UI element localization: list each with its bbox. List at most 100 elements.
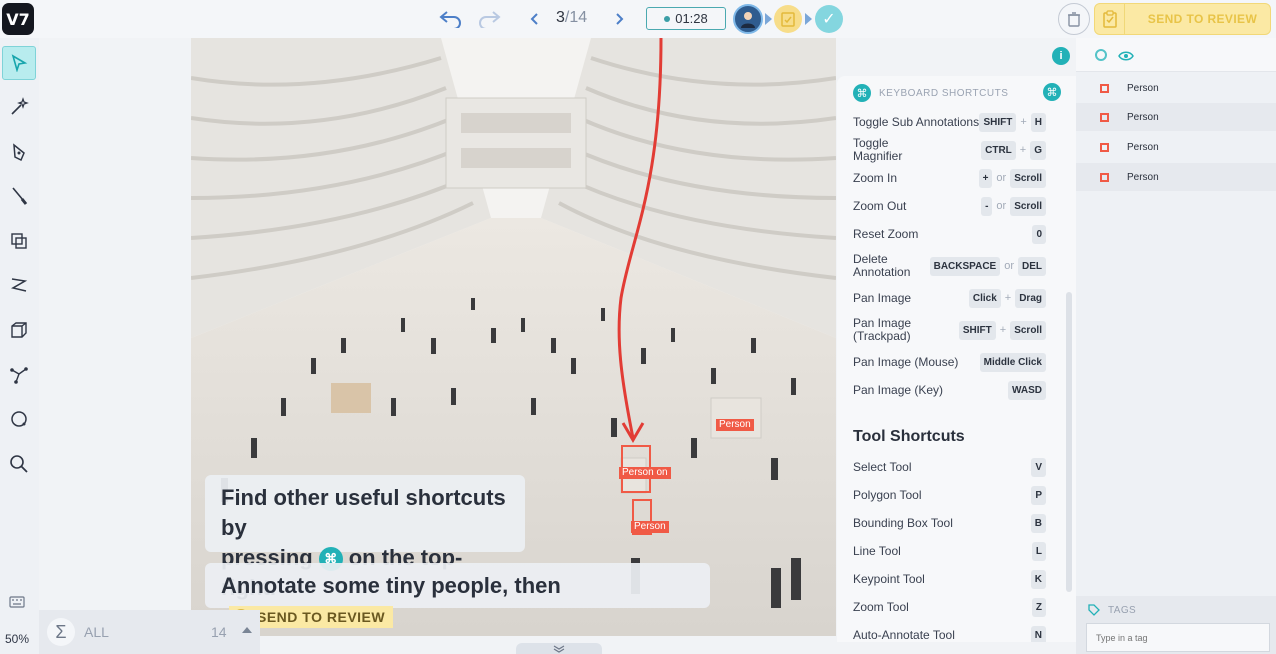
tool-shortcut-row: Keypoint Tool K bbox=[853, 565, 1046, 593]
key-separator: + bbox=[1019, 144, 1027, 156]
polygon-tool-button[interactable] bbox=[2, 135, 36, 169]
bounding-box-icon bbox=[1100, 142, 1109, 152]
key-combo: 0 bbox=[1032, 224, 1046, 244]
shortcuts-header: ⌘ KEYBOARD SHORTCUTS bbox=[853, 84, 1008, 102]
tool-shortcut-name: Select Tool bbox=[853, 459, 912, 474]
send-to-review-label: SEND TO REVIEW bbox=[1147, 12, 1258, 26]
shortcut-row: Pan Image (Trackpad) SHIFT + Scroll bbox=[853, 312, 1046, 348]
cuboid-tool-button[interactable] bbox=[2, 313, 36, 347]
tags-label: TAGS bbox=[1108, 604, 1137, 616]
key-cap: G bbox=[1030, 140, 1046, 160]
key-combo: Click + Drag bbox=[968, 288, 1046, 308]
shortcut-name: Zoom In bbox=[853, 170, 898, 185]
tool-sidebar bbox=[0, 38, 39, 654]
shortcuts-toggle-icon[interactable]: ⌘ bbox=[1043, 83, 1061, 101]
tool-shortcut-row: Bounding Box Tool B bbox=[853, 509, 1046, 537]
next-item-icon[interactable] bbox=[612, 7, 628, 31]
shortcut-row: Delete Annotation BACKSPACE or DEL bbox=[853, 248, 1046, 284]
shortcut-row: Pan Image (Key) WASD bbox=[853, 376, 1046, 404]
sigma-icon[interactable]: Σ bbox=[47, 618, 75, 646]
review-stage-icon[interactable] bbox=[774, 5, 802, 33]
shortcut-name: Zoom Out bbox=[853, 198, 907, 213]
magnifier-icon bbox=[10, 455, 28, 473]
delete-button[interactable] bbox=[1058, 3, 1090, 35]
polyline-icon bbox=[10, 278, 28, 292]
v7-logo[interactable]: V7 bbox=[2, 3, 34, 35]
tool-shortcut-name: Auto-Annotate Tool bbox=[853, 627, 955, 642]
tags-header: TAGS bbox=[1088, 604, 1136, 616]
key-cap: Middle Click bbox=[979, 352, 1046, 372]
key-cap: N bbox=[1030, 625, 1046, 642]
annotation-label: Person bbox=[716, 419, 754, 431]
pager-total: 14 bbox=[569, 9, 588, 26]
key-combo: B bbox=[1030, 513, 1046, 533]
shortcut-row: Toggle Sub Annotations SHIFT + H bbox=[853, 108, 1046, 136]
filter-all-label[interactable]: ALL bbox=[84, 624, 109, 640]
tag-icon bbox=[1088, 604, 1100, 616]
command-icon: ⌘ bbox=[853, 84, 871, 102]
bounding-box-icon bbox=[1100, 172, 1109, 182]
ellipse-tool-button[interactable] bbox=[2, 402, 36, 436]
review-clipboard-icon bbox=[1095, 4, 1125, 34]
key-combo: WASD bbox=[1008, 380, 1046, 400]
shortcut-row: Pan Image Click + Drag bbox=[853, 284, 1046, 312]
annotation-list-item[interactable]: Person bbox=[1076, 163, 1276, 191]
key-combo: - or Scroll bbox=[981, 196, 1046, 216]
annotator-avatar[interactable] bbox=[733, 4, 763, 34]
key-cap: P bbox=[1031, 485, 1046, 505]
caret-up-icon[interactable] bbox=[242, 627, 252, 633]
circle-icon[interactable] bbox=[1095, 49, 1107, 61]
complete-stage-icon[interactable]: ✓ bbox=[815, 5, 843, 33]
bounding-box-icon bbox=[1100, 83, 1109, 93]
key-combo: P bbox=[1031, 485, 1046, 505]
annotation-list-item[interactable]: Person bbox=[1076, 74, 1276, 102]
annotation-class: Person bbox=[1127, 82, 1159, 94]
annotation-class: Person bbox=[1127, 111, 1159, 123]
tag-input[interactable] bbox=[1086, 623, 1270, 652]
collapse-tab[interactable] bbox=[516, 643, 602, 654]
bounding-box-tool-button[interactable] bbox=[2, 224, 36, 258]
shortcut-name: Pan Image (Mouse) bbox=[853, 354, 959, 369]
shortcut-name: Delete Annotation bbox=[853, 252, 911, 279]
key-cap: Scroll bbox=[1010, 196, 1046, 216]
keypoint-skeleton-tool-button[interactable] bbox=[2, 358, 36, 392]
tags-section: TAGS bbox=[1076, 596, 1276, 654]
send-to-review-button[interactable]: SEND TO REVIEW bbox=[1094, 3, 1271, 35]
key-combo: BACKSPACE or DEL bbox=[929, 256, 1046, 276]
shortcut-row: Pan Image (Mouse) Middle Click bbox=[853, 348, 1046, 376]
brush-tool-button[interactable] bbox=[2, 179, 36, 213]
shortcuts-scrollbar[interactable] bbox=[1066, 292, 1072, 592]
annotation-label-text: Person bbox=[622, 467, 654, 478]
brush-icon bbox=[12, 187, 28, 205]
select-tool-button[interactable] bbox=[2, 46, 36, 80]
tool-shortcut-row: Polygon Tool P bbox=[853, 481, 1046, 509]
zoom-level[interactable]: 50% bbox=[5, 632, 29, 646]
review-hint-button-label: SEND TO REVIEW bbox=[257, 609, 386, 626]
shortcut-name: Toggle Magnifier bbox=[853, 136, 903, 163]
keyboard-icon[interactable] bbox=[9, 595, 25, 613]
previous-item-icon[interactable] bbox=[526, 7, 542, 31]
shortcut-name: Pan Image bbox=[853, 290, 912, 305]
key-combo: K bbox=[1030, 569, 1046, 589]
auto-annotate-tool-button[interactable] bbox=[2, 90, 36, 124]
key-combo: SHIFT + Scroll bbox=[958, 320, 1046, 340]
zoom-tool-button[interactable] bbox=[2, 447, 36, 481]
item-pager: 3/14 bbox=[556, 9, 587, 27]
key-combo: L bbox=[1031, 541, 1046, 561]
shortcut-name: Toggle Sub Annotations bbox=[853, 114, 980, 129]
shortcut-name: Reset Zoom bbox=[853, 226, 919, 241]
undo-icon[interactable] bbox=[438, 7, 464, 31]
annotations-panel: i Person Person Person Person TAGS bbox=[1052, 38, 1276, 654]
double-chevron-down-icon bbox=[553, 644, 565, 653]
annotation-list-item[interactable]: Person bbox=[1076, 103, 1276, 131]
info-icon[interactable]: i bbox=[1052, 47, 1070, 65]
annotation-list-item[interactable]: Person bbox=[1076, 133, 1276, 161]
annotation-class: Person bbox=[1127, 171, 1159, 183]
redo-icon[interactable] bbox=[476, 7, 502, 31]
key-cap: K bbox=[1030, 569, 1046, 589]
polyline-tool-button[interactable] bbox=[2, 268, 36, 302]
key-combo: + or Scroll bbox=[978, 168, 1046, 188]
eye-icon[interactable] bbox=[1118, 48, 1134, 64]
key-separator: + bbox=[1020, 116, 1027, 128]
key-cap: Click bbox=[968, 288, 1001, 308]
